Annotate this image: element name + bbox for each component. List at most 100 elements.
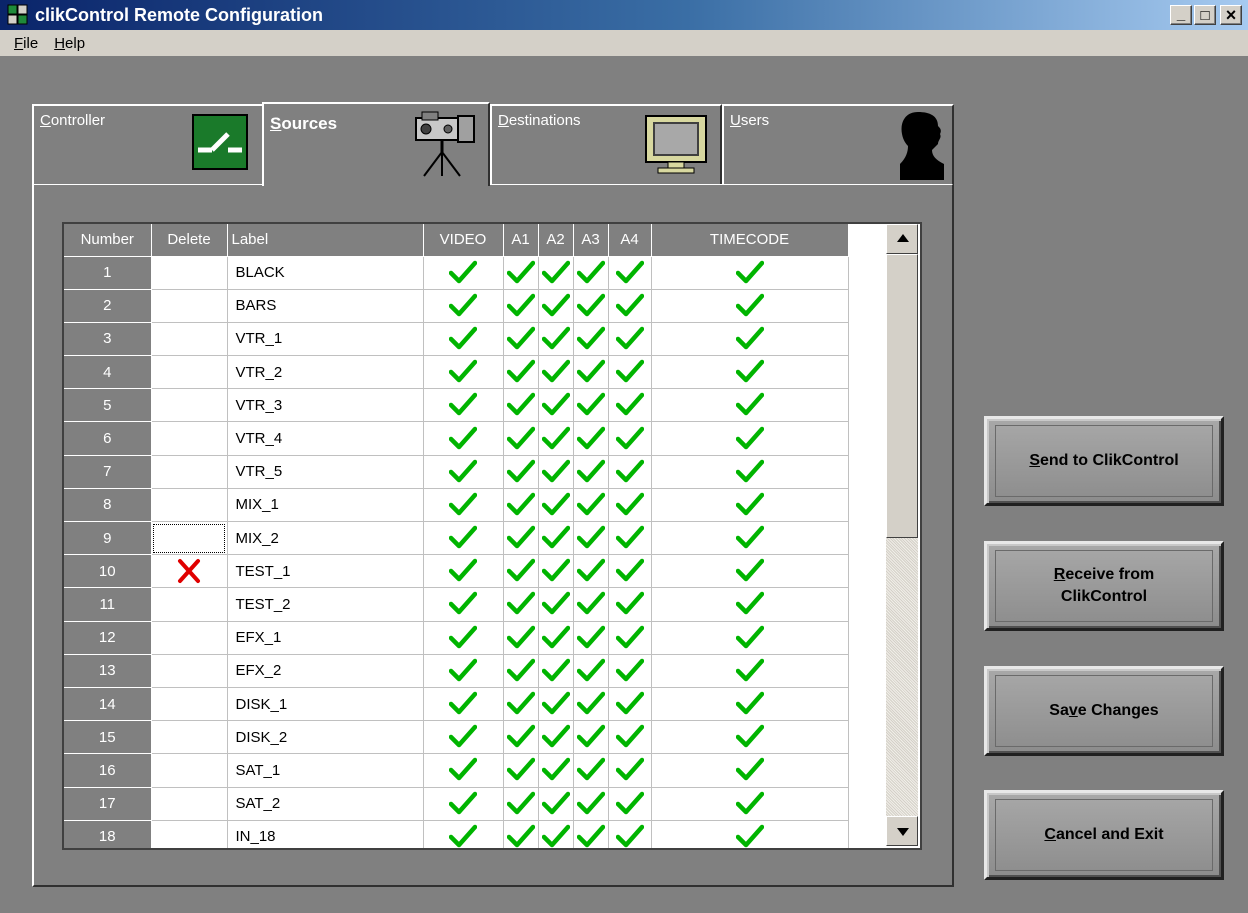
source-label-cell[interactable]: VTR_3: [227, 388, 424, 423]
timecode-check-cell[interactable]: [651, 322, 849, 357]
receive-from-clikcontrol-button[interactable]: Receive from ClikControl: [984, 541, 1224, 631]
a4-check-cell[interactable]: [608, 256, 652, 290]
source-label-cell[interactable]: BARS: [227, 289, 424, 323]
grid-vertical-scrollbar[interactable]: [886, 224, 918, 846]
video-check-cell[interactable]: [423, 521, 504, 556]
delete-cell[interactable]: [151, 654, 228, 688]
a1-check-cell[interactable]: [503, 787, 539, 821]
delete-cell[interactable]: [151, 687, 228, 722]
a2-check-cell[interactable]: [538, 587, 574, 622]
a1-check-cell[interactable]: [503, 256, 539, 290]
timecode-check-cell[interactable]: [651, 820, 849, 848]
a2-check-cell[interactable]: [538, 787, 574, 821]
a2-check-cell[interactable]: [538, 289, 574, 323]
scroll-down-button[interactable]: [886, 816, 918, 846]
timecode-check-cell[interactable]: [651, 256, 849, 290]
a1-check-cell[interactable]: [503, 587, 539, 622]
a4-check-cell[interactable]: [608, 687, 652, 722]
table-row[interactable]: 1 BLACK: [64, 256, 849, 290]
a2-check-cell[interactable]: [538, 654, 574, 688]
close-button[interactable]: ×: [1220, 5, 1242, 25]
timecode-check-cell[interactable]: [651, 554, 849, 589]
table-row[interactable]: 9 MIX_2: [64, 521, 849, 556]
delete-cell[interactable]: [151, 554, 228, 589]
delete-cell[interactable]: [151, 521, 228, 556]
table-row[interactable]: 17 SAT_2: [64, 787, 849, 821]
table-row[interactable]: 3 VTR_1: [64, 322, 849, 357]
delete-cell[interactable]: [151, 787, 228, 821]
table-row[interactable]: 4 VTR_2: [64, 355, 849, 390]
delete-cell[interactable]: [151, 355, 228, 390]
timecode-check-cell[interactable]: [651, 455, 849, 489]
a2-check-cell[interactable]: [538, 355, 574, 390]
a4-check-cell[interactable]: [608, 289, 652, 323]
source-label-cell[interactable]: EFX_2: [227, 654, 424, 688]
table-row[interactable]: 2 BARS: [64, 289, 849, 323]
timecode-check-cell[interactable]: [651, 421, 849, 456]
minimize-button[interactable]: _: [1170, 5, 1192, 25]
source-label-cell[interactable]: VTR_5: [227, 455, 424, 489]
delete-cell[interactable]: [151, 421, 228, 456]
maximize-button[interactable]: □: [1194, 5, 1216, 25]
col-header-number[interactable]: Number: [64, 224, 152, 257]
a4-check-cell[interactable]: [608, 554, 652, 589]
timecode-check-cell[interactable]: [651, 289, 849, 323]
cancel-and-exit-button[interactable]: Cancel and Exit: [984, 790, 1224, 880]
source-label-cell[interactable]: MIX_2: [227, 521, 424, 556]
video-check-cell[interactable]: [423, 654, 504, 688]
a1-check-cell[interactable]: [503, 687, 539, 722]
video-check-cell[interactable]: [423, 322, 504, 357]
a3-check-cell[interactable]: [573, 521, 609, 556]
source-label-cell[interactable]: TEST_2: [227, 587, 424, 622]
source-label-cell[interactable]: BLACK: [227, 256, 424, 290]
a3-check-cell[interactable]: [573, 720, 609, 755]
video-check-cell[interactable]: [423, 687, 504, 722]
table-row[interactable]: 7 VTR_5: [64, 455, 849, 489]
a1-check-cell[interactable]: [503, 289, 539, 323]
a4-check-cell[interactable]: [608, 488, 652, 523]
source-label-cell[interactable]: TEST_1: [227, 554, 424, 589]
timecode-check-cell[interactable]: [651, 720, 849, 755]
source-label-cell[interactable]: EFX_1: [227, 621, 424, 655]
col-header-a1[interactable]: A1: [503, 224, 539, 257]
a4-check-cell[interactable]: [608, 787, 652, 821]
a3-check-cell[interactable]: [573, 687, 609, 722]
a1-check-cell[interactable]: [503, 720, 539, 755]
timecode-check-cell[interactable]: [651, 521, 849, 556]
video-check-cell[interactable]: [423, 488, 504, 523]
a4-check-cell[interactable]: [608, 621, 652, 655]
tab-controller[interactable]: Controller: [32, 104, 264, 184]
video-check-cell[interactable]: [423, 455, 504, 489]
table-row[interactable]: 16 SAT_1: [64, 753, 849, 788]
a3-check-cell[interactable]: [573, 587, 609, 622]
source-label-cell[interactable]: VTR_4: [227, 421, 424, 456]
col-header-a2[interactable]: A2: [538, 224, 574, 257]
video-check-cell[interactable]: [423, 621, 504, 655]
title-bar[interactable]: clikControl Remote Configuration _ □ ×: [0, 0, 1248, 30]
a4-check-cell[interactable]: [608, 455, 652, 489]
delete-cell[interactable]: [151, 753, 228, 788]
a1-check-cell[interactable]: [503, 654, 539, 688]
a1-check-cell[interactable]: [503, 488, 539, 523]
a2-check-cell[interactable]: [538, 322, 574, 357]
source-label-cell[interactable]: SAT_2: [227, 787, 424, 821]
a3-check-cell[interactable]: [573, 554, 609, 589]
table-row[interactable]: 5 VTR_3: [64, 388, 849, 423]
a4-check-cell[interactable]: [608, 587, 652, 622]
source-label-cell[interactable]: VTR_1: [227, 322, 424, 357]
a1-check-cell[interactable]: [503, 521, 539, 556]
a1-check-cell[interactable]: [503, 820, 539, 848]
a3-check-cell[interactable]: [573, 388, 609, 423]
a4-check-cell[interactable]: [608, 521, 652, 556]
save-changes-button[interactable]: Save Changes: [984, 666, 1224, 756]
a4-check-cell[interactable]: [608, 421, 652, 456]
a2-check-cell[interactable]: [538, 521, 574, 556]
a2-check-cell[interactable]: [538, 820, 574, 848]
video-check-cell[interactable]: [423, 820, 504, 848]
col-header-delete[interactable]: Delete: [151, 224, 228, 257]
table-row[interactable]: 6 VTR_4: [64, 421, 849, 456]
a2-check-cell[interactable]: [538, 488, 574, 523]
table-row[interactable]: 15 DISK_2: [64, 720, 849, 755]
a1-check-cell[interactable]: [503, 753, 539, 788]
video-check-cell[interactable]: [423, 787, 504, 821]
